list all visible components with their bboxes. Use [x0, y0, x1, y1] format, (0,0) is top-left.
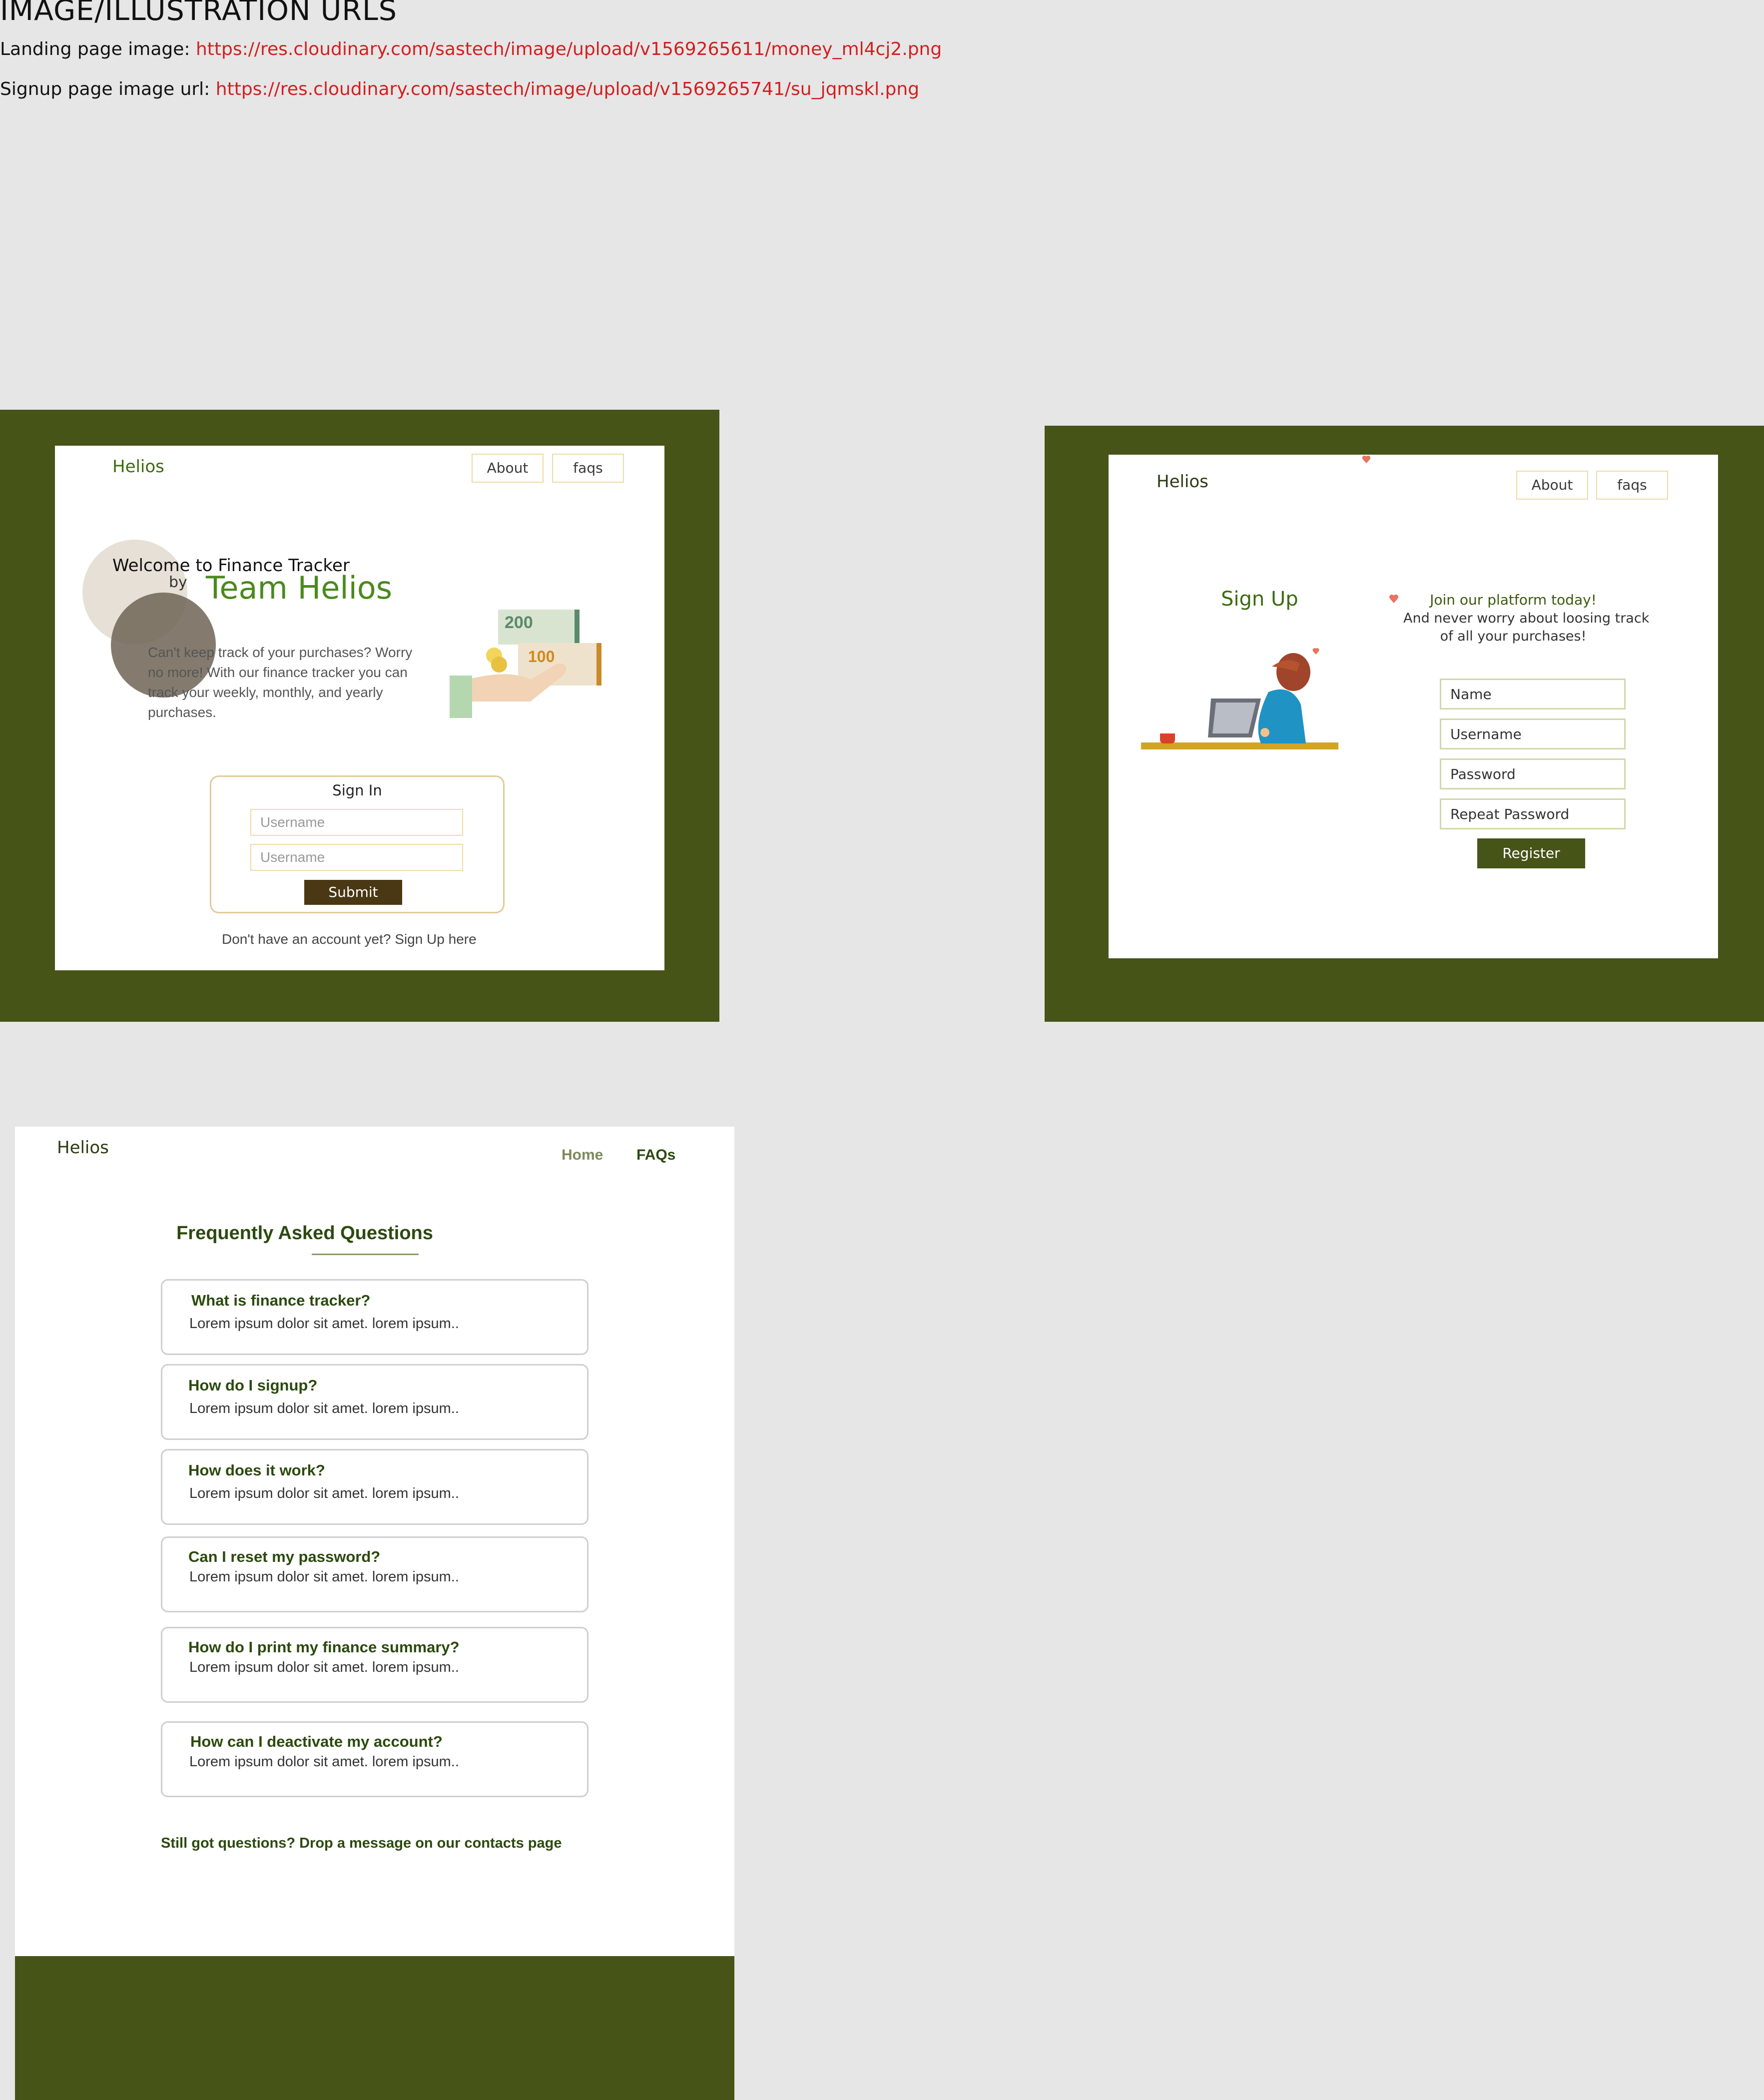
signup-tagline-1: Join our platform today! [1430, 592, 1597, 608]
faq-question: How do I signup? [188, 1377, 318, 1394]
signin-title: Sign In [332, 782, 382, 799]
team-heading: Team Helios [206, 570, 393, 606]
signup-url-row: Signup page image url: https://res.cloud… [0, 79, 919, 99]
faq-title: Frequently Asked Questions [176, 1223, 433, 1244]
faq-question: How do I print my finance summary? [188, 1638, 460, 1656]
landing-nav-about[interactable]: About [472, 454, 544, 483]
money-label-100: 100 [528, 648, 555, 666]
faq-item[interactable]: How can I deactivate my account? Lorem i… [161, 1721, 588, 1797]
faq-question: Can I reset my password? [188, 1548, 381, 1565]
landing-brand[interactable]: Helios [112, 457, 164, 477]
faq-footer-band [15, 1956, 734, 2100]
signup-url-label: Signup page image url: [0, 79, 216, 99]
faq-item[interactable]: How do I print my finance summary? Lorem… [161, 1627, 588, 1703]
faq-item[interactable]: How do I signup? Lorem ipsum dolor sit a… [161, 1364, 588, 1440]
signup-link[interactable]: Don't have an account yet? Sign Up here [222, 931, 477, 947]
repeat-password-field[interactable]: Repeat Password [1440, 798, 1626, 829]
username-field[interactable]: Username [1440, 718, 1626, 749]
person-illustration [1141, 648, 1338, 749]
faq-answer: Lorem ipsum dolor sit amet. lorem ipsum.… [189, 1569, 459, 1585]
faq-nav-faqs[interactable]: FAQs [636, 1147, 675, 1164]
section-title: IMAGE/ILLUSTRATION URLS [0, 0, 397, 27]
faq-answer: Lorem ipsum dolor sit amet. lorem ipsum.… [189, 1400, 459, 1416]
money-illustration: 200 100 [450, 610, 601, 718]
faq-title-underline [312, 1254, 419, 1255]
signup-card: Helios About faqs Sign Up Join our platf… [1109, 455, 1718, 958]
by-text: by [169, 574, 187, 591]
faq-question: What is finance tracker? [191, 1292, 371, 1309]
signup-url-link[interactable]: https://res.cloudinary.com/sastech/image… [216, 79, 919, 99]
faq-answer: Lorem ipsum dolor sit amet. lorem ipsum.… [189, 1659, 459, 1675]
signup-nav-about[interactable]: About [1516, 471, 1588, 500]
signin-box: Sign In Username Username Submit [210, 775, 505, 913]
name-field[interactable]: Name [1440, 679, 1626, 709]
submit-button[interactable]: Submit [304, 880, 402, 905]
signup-title: Sign Up [1221, 588, 1298, 611]
landing-nav-faqs[interactable]: faqs [552, 454, 624, 483]
register-button[interactable]: Register [1477, 838, 1585, 868]
faq-answer: Lorem ipsum dolor sit amet. lorem ipsum.… [189, 1485, 459, 1501]
landing-url-link[interactable]: https://res.cloudinary.com/sastech/image… [196, 39, 942, 59]
money-label-200: 200 [505, 613, 533, 632]
signup-brand[interactable]: Helios [1157, 472, 1208, 492]
faq-item[interactable]: What is finance tracker? Lorem ipsum dol… [161, 1279, 588, 1355]
faq-item[interactable]: How does it work? Lorem ipsum dolor sit … [161, 1449, 588, 1525]
password-input[interactable]: Username [250, 844, 463, 871]
faq-answer: Lorem ipsum dolor sit amet. lorem ipsum.… [189, 1316, 459, 1332]
signup-tagline-2: And never worry about loosing track [1403, 611, 1650, 626]
faq-page: Helios Home FAQs Frequently Asked Questi… [15, 1127, 734, 1956]
landing-blurb: Can't keep track of your purchases? Worr… [148, 645, 413, 720]
faq-footer-note[interactable]: Still got questions? Drop a message on o… [161, 1835, 562, 1852]
landing-card: Helios About faqs Welcome to Finance Tra… [55, 446, 664, 970]
faq-brand[interactable]: Helios [57, 1138, 109, 1158]
faq-question: How does it work? [188, 1461, 325, 1479]
signup-tagline-3: of all your purchases! [1440, 629, 1587, 644]
landing-url-label: Landing page image: [0, 39, 196, 59]
heart-icon [1389, 595, 1398, 603]
heart-icon [1362, 455, 1371, 464]
faq-item[interactable]: Can I reset my password? Lorem ipsum dol… [161, 1536, 588, 1612]
faq-question: How can I deactivate my account? [190, 1733, 443, 1750]
landing-url-row: Landing page image: https://res.cloudina… [0, 39, 942, 59]
faq-nav-home[interactable]: Home [562, 1147, 603, 1164]
username-input[interactable]: Username [250, 809, 463, 836]
password-field[interactable]: Password [1440, 758, 1626, 789]
signup-nav-faqs[interactable]: faqs [1596, 471, 1668, 500]
faq-answer: Lorem ipsum dolor sit amet. lorem ipsum.… [189, 1754, 459, 1770]
